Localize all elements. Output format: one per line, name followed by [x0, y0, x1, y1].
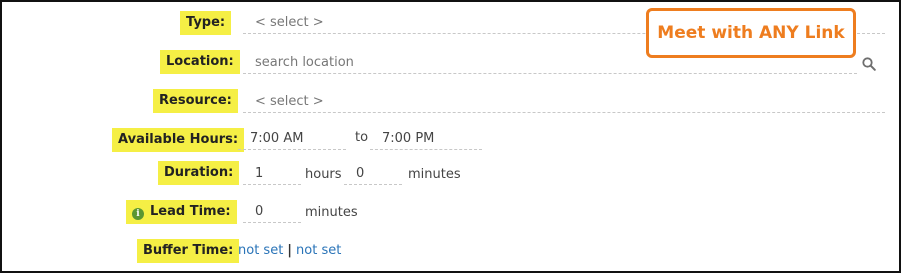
- buffer-time-label: Buffer Time:: [137, 239, 240, 263]
- buffer-before-link[interactable]: not set: [238, 243, 283, 258]
- duration-hours-unit: hours: [305, 167, 342, 182]
- location-label: Location:: [160, 50, 240, 74]
- resource-label: Resource:: [153, 89, 238, 113]
- duration-minutes-input[interactable]: 0: [344, 163, 402, 185]
- type-label: Type:: [180, 11, 232, 35]
- duration-hours-input[interactable]: 1: [243, 163, 301, 185]
- info-icon[interactable]: i: [132, 208, 144, 220]
- duration-minutes-unit: minutes: [408, 167, 461, 182]
- available-hours-end-input[interactable]: 7:00 PM: [370, 128, 482, 150]
- duration-label: Duration:: [158, 161, 240, 185]
- meet-with-any-link-badge: Meet with ANY Link: [646, 8, 856, 58]
- search-icon[interactable]: [862, 57, 876, 71]
- buffer-separator: |: [287, 243, 293, 258]
- available-hours-label: Available Hours:: [112, 128, 245, 152]
- available-hours-to-text: to: [355, 130, 369, 145]
- buffer-after-link[interactable]: not set: [296, 243, 341, 258]
- lead-time-label: i Lead Time:: [126, 200, 237, 224]
- lead-time-unit: minutes: [305, 205, 358, 220]
- lead-time-input[interactable]: 0: [243, 201, 301, 223]
- resource-select[interactable]: < select >: [243, 91, 885, 113]
- available-hours-start-input[interactable]: 7:00 AM: [238, 128, 346, 150]
- buffer-time-values: not set | not set: [238, 240, 341, 262]
